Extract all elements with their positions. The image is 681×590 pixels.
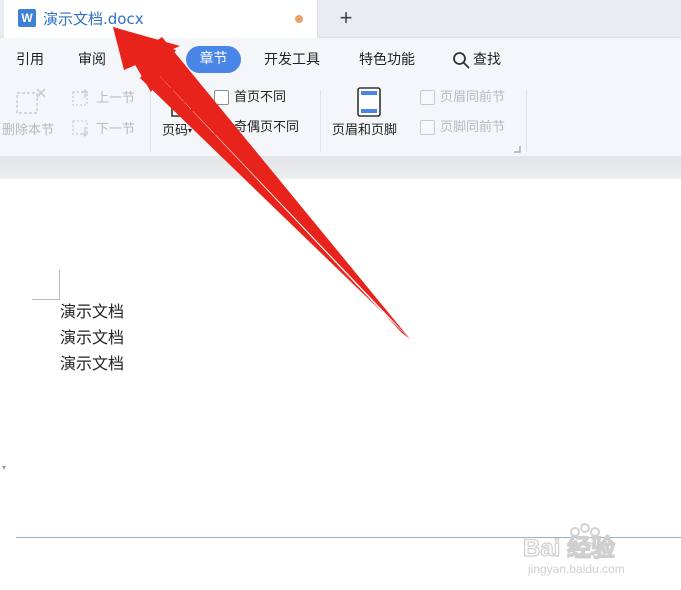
page-number-button[interactable]: 页码▾ <box>162 122 192 141</box>
search-icon[interactable] <box>452 51 470 69</box>
document-text-line[interactable]: 演示文档 <box>60 326 124 350</box>
menu-picture[interactable]: 图 <box>153 50 167 70</box>
tab-bar: W 演示文档.docx + <box>0 0 681 38</box>
page-number-label: 页码 <box>162 123 189 139</box>
dialog-launcher-icon[interactable] <box>513 145 521 153</box>
document-text-line[interactable]: 演示文档 <box>60 300 124 324</box>
next-section-icon <box>72 120 89 137</box>
margin-marker-icon: ▾ <box>2 463 7 472</box>
watermark-logo: Bai 经验 <box>523 534 615 562</box>
toolbar-separator <box>320 90 321 152</box>
toolbar-separator <box>526 90 527 152</box>
menu-section-label: 章节 <box>199 51 228 67</box>
word-doc-icon: W <box>18 9 36 27</box>
document-tab[interactable]: W 演示文档.docx <box>4 0 318 38</box>
toolbar-separator <box>150 90 151 152</box>
chevron-down-icon: ▾ <box>188 126 193 135</box>
prev-section-icon <box>72 89 89 106</box>
unsaved-indicator <box>295 15 303 23</box>
odd-even-different-label: 奇偶页不同 <box>234 120 300 135</box>
first-page-different-checkbox[interactable] <box>214 90 229 105</box>
document-tab-title[interactable]: 演示文档.docx <box>43 9 144 29</box>
margin-corner-mark <box>32 299 60 300</box>
menu-references[interactable]: 引用 <box>16 50 44 70</box>
margin-corner-mark <box>59 270 60 300</box>
menu-section-tab[interactable]: 章节 <box>186 46 241 73</box>
menu-special-features[interactable]: 特色功能 <box>359 50 415 70</box>
next-section-button[interactable]: 下一节 <box>96 121 135 139</box>
header-footer-icon <box>357 87 381 117</box>
first-page-different-label: 首页不同 <box>234 90 287 105</box>
menu-find[interactable]: 查找 <box>473 50 501 70</box>
watermark-url: jingyan.baidu.com <box>528 562 625 576</box>
odd-even-different-checkbox[interactable] <box>214 120 229 135</box>
menu-review[interactable]: 审阅 <box>78 50 106 70</box>
prev-section-button[interactable]: 上一节 <box>96 90 135 108</box>
delete-section-icon <box>16 88 46 114</box>
header-same-as-prev-label: 页眉同前节 <box>440 90 506 105</box>
header-footer-button[interactable]: 页眉和页脚 <box>332 122 397 140</box>
document-top-strip <box>0 157 681 179</box>
header-same-as-prev-checkbox[interactable] <box>420 90 435 105</box>
new-tab-button[interactable]: + <box>333 5 359 31</box>
menu-developer-tools[interactable]: 开发工具 <box>264 50 320 70</box>
page-number-icon: # <box>171 87 193 117</box>
document-text-line[interactable]: 演示文档 <box>60 352 124 376</box>
footer-same-as-prev-label: 页脚同前节 <box>440 120 506 135</box>
footer-same-as-prev-checkbox[interactable] <box>420 120 435 135</box>
delete-section-button[interactable]: 删除本节 <box>2 122 54 140</box>
svg-text:#: # <box>179 99 186 111</box>
